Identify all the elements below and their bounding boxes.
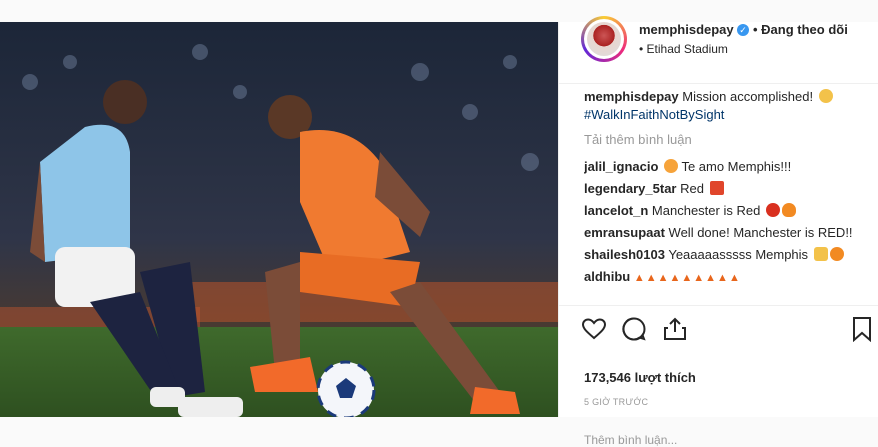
fire-emoji-icon [829,247,844,261]
comment-username[interactable]: lancelot_n [584,203,648,218]
lion-emoji-icon [818,89,833,103]
like-heart-icon[interactable] [581,316,607,342]
post-side-panel: memphisdepay ✓ • Đang theo dõi • Etihad … [558,16,878,447]
comment-username[interactable]: aldhibu [584,269,630,284]
comments-list[interactable]: memphisdepay Mission accomplished! #Walk… [584,88,869,304]
comment-item: emransupaat Well done! Manchester is RED… [584,224,869,242]
comment-username[interactable]: legendary_5tar [584,181,677,196]
caption-text: Mission accomplished! [682,89,814,104]
comment-text: Te amo Memphis!!! [681,159,792,174]
flexed-biceps-emoji-icon [813,247,828,261]
avatar[interactable] [581,16,627,62]
comment-item: lancelot_n Manchester is Red [584,202,869,220]
post-photo[interactable] [0,22,558,417]
red-circle-emoji-icon [765,203,780,217]
add-comment-input[interactable]: Thêm bình luận... [584,433,677,447]
comment-username[interactable]: emransupaat [584,225,665,240]
heart-eyes-emoji-icon [664,159,679,173]
comment-item: jalil_ignacio Te amo Memphis!!! [584,158,869,176]
follow-status-button[interactable]: • Đang theo dõi [753,22,848,37]
instagram-post: memphisdepay ✓ • Đang theo dõi • Etihad … [0,16,878,447]
comment-text: Well done! Manchester is RED!! [668,225,853,240]
comment-text: Red [680,181,704,196]
post-username[interactable]: memphisdepay [639,22,734,37]
verified-badge-icon: ✓ [737,24,749,36]
share-icon[interactable] [662,316,688,342]
comment-item: shailesh0103 Yeaaaaasssss Memphis [584,246,869,264]
caption-username[interactable]: memphisdepay [584,89,679,104]
comment-item: aldhibu ▲▲▲▲▲▲▲▲▲ [584,268,869,287]
comment-bubble-icon[interactable] [621,316,647,342]
save-bookmark-icon[interactable] [849,316,875,342]
load-more-comments-button[interactable]: Tải thêm bình luận [584,131,869,149]
fire-emoji-row-icon: ▲▲▲▲▲▲▲▲▲ [633,272,741,284]
collision-emoji-icon [709,181,724,195]
location-text[interactable]: Etihad Stadium [647,42,728,56]
comment-username[interactable]: shailesh0103 [584,247,665,262]
comment-username[interactable]: jalil_ignacio [584,159,658,174]
comment-item: legendary_5tar Red [584,180,869,198]
post-timestamp[interactable]: 5 GIỜ TRƯỚC [584,397,648,407]
hashtag-link[interactable]: #WalkInFaithNotBySight [584,107,724,122]
post-actions: 173,546 lượt thích 5 GIỜ TRƯỚC Thêm bình… [559,305,878,447]
post-header: memphisdepay ✓ • Đang theo dõi • Etihad … [559,16,878,84]
football-match-image [0,22,558,417]
location-link[interactable]: • Etihad Stadium [639,42,728,56]
comment-text: Manchester is Red [651,203,761,218]
comment-text: Yeaaaaasssss Memphis [668,247,809,262]
caption: memphisdepay Mission accomplished! #Walk… [584,88,869,124]
fire-emoji-icon [781,203,796,217]
likes-count[interactable]: 173,546 lượt thích [584,370,696,385]
